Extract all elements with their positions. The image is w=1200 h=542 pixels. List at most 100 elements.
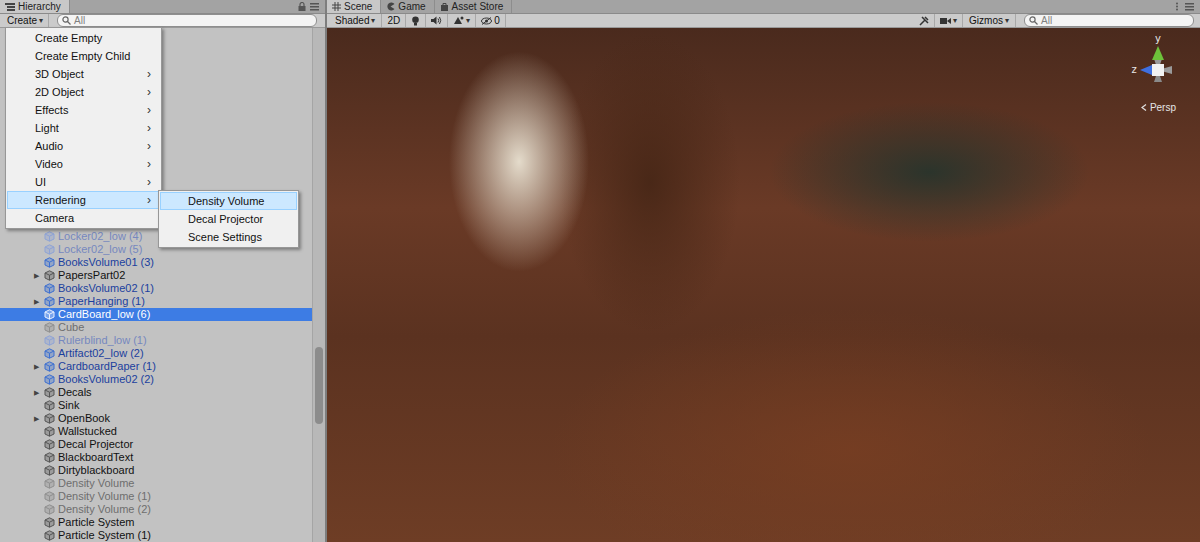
submenu-item[interactable]: Scene Settings (160, 228, 297, 246)
menu-item[interactable]: Rendering› (7, 191, 160, 209)
gameobject-cube-icon (44, 452, 55, 463)
shopping-bag-icon (440, 2, 449, 11)
scene-search-field[interactable]: All (1024, 14, 1194, 27)
speaker-icon (431, 16, 442, 25)
gameobject-cube-icon (44, 257, 55, 268)
foldout-arrow[interactable]: ▶ (34, 360, 44, 373)
light-bulb-icon (411, 16, 420, 26)
gameobject-cube-icon (44, 387, 55, 398)
scene-view[interactable]: yz Persp (327, 28, 1200, 542)
hierarchy-panel: Hierarchy Create▾ All Locker02_low (4) L… (0, 0, 325, 542)
hierarchy-row[interactable]: ▶ CardboardPaper (1) (0, 360, 312, 373)
gameobject-cube-icon (44, 270, 55, 281)
hierarchy-row[interactable]: Density Volume (1) (0, 490, 312, 503)
submenu-item[interactable]: Density Volume (160, 192, 297, 210)
hierarchy-search-field[interactable]: All (57, 14, 317, 27)
gameobject-cube-icon (44, 439, 55, 450)
hierarchy-row[interactable]: ▶ PapersPart02 (0, 269, 312, 282)
hierarchy-tab-bar: Hierarchy (0, 0, 325, 14)
gameobject-cube-icon (44, 504, 55, 515)
menu-item[interactable]: 3D Object› (7, 65, 160, 83)
hierarchy-row[interactable]: Density Volume (2) (0, 503, 312, 516)
hierarchy-row[interactable]: Dirtyblackboard (0, 464, 312, 477)
gameobject-cube-icon (44, 361, 55, 372)
hidden-objects-toggle[interactable]: 0 (476, 14, 506, 27)
menu-item[interactable]: 2D Object› (7, 83, 160, 101)
projection-label[interactable]: Persp (1141, 102, 1176, 113)
shading-dropdown[interactable]: Shaded▾ (329, 14, 382, 27)
search-icon (62, 16, 71, 25)
hierarchy-row[interactable]: Artifact02_low (2) (0, 347, 312, 360)
gameobject-cube-icon (44, 517, 55, 528)
hierarchy-row[interactable]: ▶ OpenBook (0, 412, 312, 425)
create-button[interactable]: Create▾ (2, 14, 49, 27)
hierarchy-row[interactable]: BlackboardText (0, 451, 312, 464)
foldout-arrow[interactable]: ▶ (34, 295, 44, 308)
lighting-toggle[interactable] (406, 14, 426, 27)
hierarchy-row[interactable]: Particle System (1) (0, 529, 312, 542)
hierarchy-row[interactable]: Wallstucked (0, 425, 312, 438)
tools-toggle[interactable] (914, 14, 935, 27)
hierarchy-row[interactable]: Cube (0, 321, 312, 334)
menu-item[interactable]: Camera (7, 209, 160, 227)
gameobject-cube-icon (44, 309, 55, 320)
panel-menu-icon[interactable] (1185, 3, 1194, 11)
foldout-arrow[interactable]: ▶ (34, 269, 44, 282)
hierarchy-row[interactable]: Sink (0, 399, 312, 412)
menu-item[interactable]: Video› (7, 155, 160, 173)
menu-item[interactable]: Audio› (7, 137, 160, 155)
scrollbar-thumb[interactable] (315, 347, 323, 424)
create-menu: Create EmptyCreate Empty Child3D Object›… (5, 27, 162, 229)
gameobject-cube-icon (44, 413, 55, 424)
scene-tab[interactable]: Game (381, 0, 434, 13)
lock-icon[interactable] (298, 2, 306, 11)
menu-item[interactable]: UI› (7, 173, 160, 191)
chevron-left-icon (1141, 104, 1147, 111)
camera-icon (940, 17, 951, 25)
hierarchy-row[interactable]: BooksVolume01 (3) (0, 256, 312, 269)
orientation-gizmo-icon[interactable]: yz (1128, 32, 1188, 96)
hierarchy-tab[interactable]: Hierarchy (0, 0, 70, 13)
scene-toolbar: Shaded▾ 2D ▾ 0 ▾ Gizmos▾ All (327, 14, 1200, 28)
hierarchy-row[interactable]: Decal Projector (0, 438, 312, 451)
gameobject-cube-icon (44, 283, 55, 294)
submenu-item[interactable]: Decal Projector (160, 210, 297, 228)
hidden-eye-icon (481, 17, 492, 25)
hierarchy-row[interactable]: CardBoard_low (6) (0, 308, 312, 321)
tools-icon (919, 16, 929, 26)
panel-menu-icon[interactable] (310, 3, 319, 11)
hierarchy-toolbar: Create▾ All (0, 14, 325, 28)
gameobject-cube-icon (44, 478, 55, 489)
scene-panel: Scene Game Asset Store Shaded▾ 2D ▾ 0 ▾ … (327, 0, 1200, 542)
hierarchy-row[interactable]: BooksVolume02 (1) (0, 282, 312, 295)
list-icon (5, 3, 15, 11)
hierarchy-scrollbar[interactable] (312, 28, 325, 542)
gameobject-cube-icon (44, 530, 55, 541)
menu-item[interactable]: Light› (7, 119, 160, 137)
scene-tab[interactable]: Asset Store (435, 0, 513, 13)
menu-item[interactable]: Effects› (7, 101, 160, 119)
menu-item[interactable]: Create Empty Child (7, 47, 160, 65)
pacman-icon (386, 2, 395, 11)
foldout-arrow[interactable]: ▶ (34, 386, 44, 399)
hierarchy-row[interactable]: Particle System (0, 516, 312, 529)
camera-dropdown[interactable]: ▾ (935, 14, 963, 27)
scene-tab[interactable]: Scene (327, 0, 381, 13)
unity-editor: Hierarchy Create▾ All Locker02_low (4) L… (0, 0, 1200, 542)
gizmos-dropdown[interactable]: Gizmos▾ (963, 14, 1016, 27)
2d-toggle[interactable]: 2D (382, 14, 406, 27)
hierarchy-row[interactable]: Density Volume (0, 477, 312, 490)
hierarchy-row[interactable]: ▶ PaperHanging (1) (0, 295, 312, 308)
gameobject-cube-icon (44, 231, 55, 242)
gameobject-cube-icon (44, 296, 55, 307)
menu-item[interactable]: Create Empty (7, 29, 160, 47)
hierarchy-row[interactable]: Rulerblind_low (1) (0, 334, 312, 347)
foldout-arrow[interactable]: ▶ (34, 412, 44, 425)
hierarchy-row[interactable]: ▶ Decals (0, 386, 312, 399)
rendering-submenu: Density VolumeDecal ProjectorScene Setti… (158, 190, 299, 248)
effects-dropdown[interactable]: ▾ (448, 14, 476, 27)
more-icon[interactable] (1173, 2, 1181, 11)
grid-icon (332, 2, 341, 11)
hierarchy-row[interactable]: BooksVolume02 (2) (0, 373, 312, 386)
audio-toggle[interactable] (426, 14, 448, 27)
